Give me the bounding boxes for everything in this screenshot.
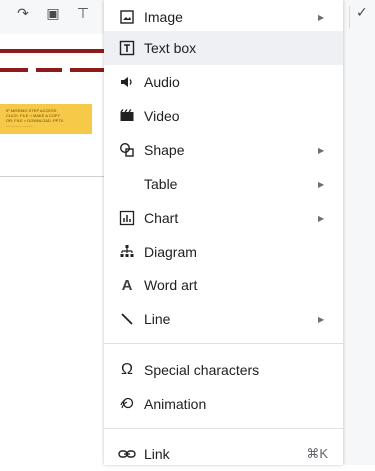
word-art-icon: A (121, 276, 133, 294)
slide-dash-1 (0, 68, 28, 72)
submenu-arrow-icon: ▶ (318, 179, 325, 189)
submenu-arrow-icon: ▶ (318, 145, 325, 155)
menu-item-chart[interactable]: Chart ▶ (104, 201, 343, 235)
insert-menu: Image ▶ Text box Audio Video Shape ▶ Tab… (104, 0, 343, 465)
menu-divider (104, 343, 343, 344)
menu-item-word-art[interactable]: A Word art (104, 268, 343, 302)
menu-item-label: Special characters (144, 362, 260, 378)
menu-item-label: Video (144, 108, 180, 124)
menu-item-shape[interactable]: Shape ▶ (104, 133, 343, 167)
submenu-arrow-icon: ▶ (318, 213, 325, 223)
slide-note-box: IF MISSING STEP ACCESS CLICK: FILE > MAK… (0, 104, 92, 134)
menu-item-image[interactable]: Image ▶ (104, 0, 343, 34)
shape-icon (116, 139, 138, 161)
menu-item-label: Link (144, 446, 170, 462)
menu-item-special-characters[interactable]: Ω Special characters (104, 353, 343, 387)
redo-icon[interactable]: ↷ (14, 5, 32, 22)
slide-top-line (0, 49, 104, 53)
menu-divider (104, 428, 343, 429)
menu-item-label: Text box (144, 40, 197, 56)
omega-icon: Ω (121, 361, 133, 378)
menu-item-audio[interactable]: Audio (104, 65, 343, 99)
menu-item-animation[interactable]: Animation (104, 387, 343, 421)
animation-icon (116, 393, 138, 415)
image-icon (116, 6, 138, 28)
textbox-icon (116, 37, 138, 59)
print-icon[interactable]: ▣ (44, 5, 62, 22)
paint-format-icon[interactable]: ⊤ (74, 5, 92, 22)
menu-item-label: Image (144, 9, 183, 25)
menu-item-video[interactable]: Video (104, 99, 343, 133)
menu-item-label: Chart (144, 210, 179, 226)
diagram-icon (116, 241, 138, 263)
menu-item-line[interactable]: Line ▶ (104, 302, 343, 336)
toolbar-separator (349, 6, 350, 28)
video-icon (116, 105, 138, 127)
submenu-arrow-icon: ▶ (318, 314, 325, 324)
menu-item-label: Shape (144, 142, 185, 158)
menu-item-text-box[interactable]: Text box (104, 31, 343, 65)
slide-canvas[interactable]: IF MISSING STEP ACCESS CLICK: FILE > MAK… (0, 34, 104, 465)
menu-item-label: Line (144, 311, 171, 327)
slide-rule (0, 176, 104, 177)
toolbar-right-edge: ✓ (343, 0, 375, 465)
menu-item-label: Audio (144, 74, 180, 90)
check-icon[interactable]: ✓ (356, 4, 368, 21)
line-icon (116, 308, 138, 330)
menu-item-table[interactable]: Table ▶ (104, 167, 343, 201)
link-shortcut: ⌘K (306, 446, 328, 461)
menu-item-label: Animation (144, 396, 207, 412)
chart-icon (116, 207, 138, 229)
menu-item-link[interactable]: Link ⌘K (104, 437, 343, 471)
menu-item-label: Table (144, 176, 178, 192)
slide-dash-3 (70, 68, 104, 72)
link-icon (116, 443, 138, 465)
note-line: ........................ (6, 123, 33, 128)
audio-icon (116, 71, 138, 93)
menu-item-label: Diagram (144, 244, 197, 260)
menu-item-diagram[interactable]: Diagram (104, 235, 343, 269)
menu-item-label: Word art (144, 277, 198, 293)
submenu-arrow-icon: ▶ (318, 12, 325, 22)
slide-dash-2 (36, 68, 62, 72)
